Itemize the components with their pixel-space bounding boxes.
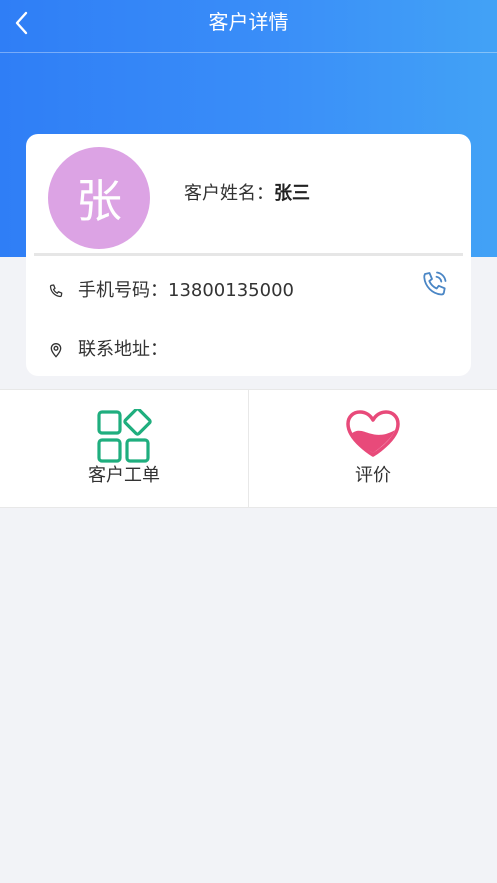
avatar-initial: 张 [76, 174, 122, 228]
phone-value: 13800135000 [168, 280, 294, 301]
customer-card: 张 客户姓名：张三 手机号码： 13800135000 联系地址： [26, 134, 471, 376]
customer-orders-label: 客户工单 [88, 465, 160, 486]
call-button[interactable] [420, 268, 450, 300]
nav-bar: 客户详情 [0, 0, 497, 52]
customer-name-label: 客户姓名： [184, 183, 274, 204]
evaluation-button[interactable]: 评价 [248, 390, 497, 507]
heart-icon [346, 410, 400, 457]
action-grid: 客户工单 评价 [0, 389, 497, 508]
customer-name-row: 客户姓名：张三 [184, 182, 310, 206]
phone-row: 手机号码： 13800135000 [48, 279, 294, 303]
phone-label: 手机号码： [78, 280, 168, 301]
evaluation-label: 评价 [355, 465, 391, 486]
phone-icon [49, 284, 63, 298]
apps-grid-icon [97, 409, 152, 463]
location-pin-icon [50, 342, 62, 358]
address-label: 联系地址： [78, 339, 168, 360]
phone-call-icon [423, 271, 447, 296]
page-title: 客户详情 [208, 10, 289, 34]
avatar: 张 [48, 147, 150, 249]
address-row: 联系地址： [48, 338, 168, 362]
customer-orders-button[interactable]: 客户工单 [0, 390, 248, 507]
card-divider [34, 253, 463, 256]
customer-name-value: 张三 [274, 183, 310, 204]
